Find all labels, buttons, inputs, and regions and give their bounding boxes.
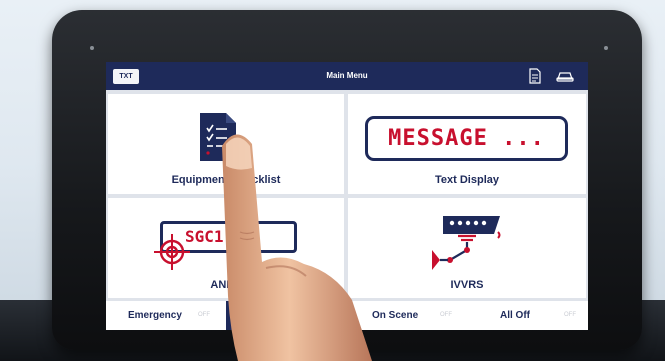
- anpr-label: ANPR: [210, 279, 242, 291]
- camera-mount-icon: [428, 212, 508, 274]
- document-icon[interactable]: [526, 67, 544, 85]
- crosshair-icon: [152, 232, 192, 272]
- on-scene-toggle[interactable]: On Scene OFF: [348, 301, 466, 330]
- txt-button[interactable]: TXT: [113, 69, 139, 84]
- equipment-checklist-label: Equipment Checklist: [171, 174, 281, 186]
- title-bar: Main Menu TXT: [106, 62, 588, 90]
- ivvrs-label: IVVRS: [450, 279, 484, 291]
- emergency-state: OFF: [198, 312, 210, 318]
- bezel-screw: [604, 46, 608, 50]
- car-icon[interactable]: [555, 67, 575, 85]
- touchscreen: Main Menu TXT Equipment Checklist MESSAG…: [106, 62, 588, 330]
- emergency-label: Emergency: [128, 310, 182, 321]
- text-display-tile[interactable]: MESSAGE ... Text Display: [348, 94, 586, 194]
- emergency-toggle[interactable]: Emergency OFF: [106, 301, 224, 330]
- pressed-toggle[interactable]: [226, 301, 344, 330]
- anpr-tile[interactable]: SGC1 ANPR: [108, 198, 344, 298]
- message-preview: MESSAGE ...: [365, 116, 568, 161]
- on-scene-state: OFF: [440, 312, 452, 318]
- all-off-state: OFF: [564, 312, 576, 318]
- text-display-label: Text Display: [435, 174, 499, 186]
- all-off-label: All Off: [500, 310, 530, 321]
- clipboard-checklist-icon: [200, 113, 250, 161]
- ivvrs-tile[interactable]: IVVRS: [348, 198, 586, 298]
- bezel-screw: [90, 46, 94, 50]
- equipment-checklist-tile[interactable]: Equipment Checklist: [108, 94, 344, 194]
- status-bar: Emergency OFF On Scene OFF All Off OFF: [106, 301, 588, 330]
- all-off-toggle[interactable]: All Off OFF: [468, 301, 588, 330]
- on-scene-label: On Scene: [372, 310, 419, 321]
- page-title: Main Menu: [326, 71, 368, 80]
